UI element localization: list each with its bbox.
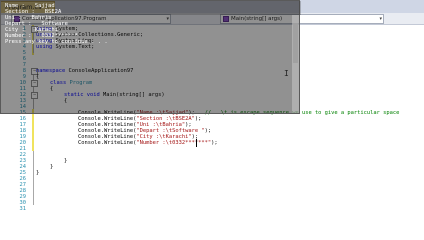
chevron-down-icon: ▾: [379, 16, 382, 22]
text-cursor-icon: I: [284, 69, 289, 78]
text-caret: [196, 139, 197, 147]
statement-end: );: [204, 128, 212, 134]
line-number: 31: [19, 206, 27, 212]
statement-end: );: [194, 116, 202, 122]
code-line-brace: }: [36, 170, 40, 176]
console-window[interactable]: Name : Sajjad Section : BSE2A Uni : Bahr…: [0, 0, 301, 114]
console-scrollbar[interactable]: [292, 15, 299, 113]
statement-end: );: [211, 140, 218, 146]
code-line-brace: }: [50, 164, 54, 170]
method-call: Console.WriteLine(: [78, 140, 137, 146]
change-tracking-bar: [32, 109, 34, 151]
console-output-line: Press any key to continue . . .: [5, 39, 108, 45]
string-literal: "Number :\t0332*******": [136, 140, 212, 146]
code-line-brace: }: [64, 158, 68, 164]
console-scrollbar-thumb[interactable]: [293, 23, 298, 63]
